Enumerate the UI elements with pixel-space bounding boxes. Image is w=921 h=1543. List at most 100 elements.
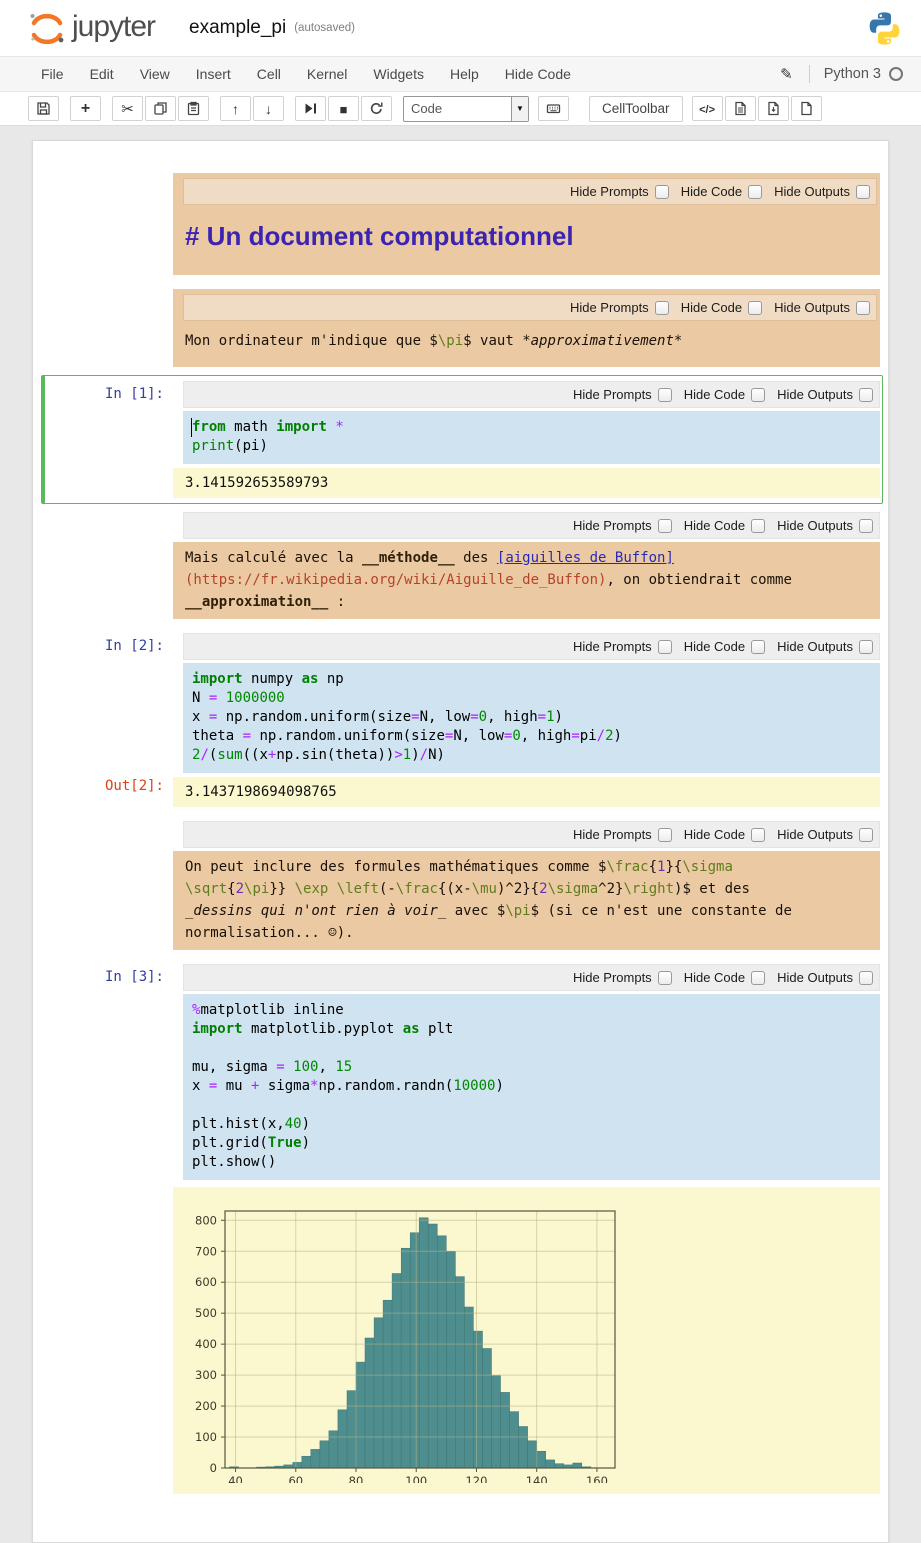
token-mdnum: 2 — [236, 881, 244, 897]
hide-outputs-checkbox[interactable] — [859, 519, 873, 533]
cell-type-select[interactable]: Code ▼ — [403, 96, 529, 122]
token-mdnum: 2 — [539, 881, 547, 897]
menu-item-hide-code[interactable]: Hide Code — [492, 58, 584, 90]
token-plain: , high — [487, 709, 538, 725]
menu-item-view[interactable]: View — [127, 58, 183, 90]
code-input-area[interactable]: import numpy as npN = 1000000x = np.rand… — [183, 663, 880, 773]
token-plain: plt.show() — [192, 1154, 276, 1170]
save-icon — [36, 101, 51, 116]
token-plain: math — [226, 419, 277, 435]
cell-type-value: Code — [404, 101, 511, 116]
hide-prompts-checkbox[interactable] — [655, 185, 669, 199]
code-line: x = np.random.uniform(size=N, low=0, hig… — [192, 708, 872, 727]
save-button[interactable] — [28, 96, 59, 121]
token-plain: avec $ — [446, 903, 505, 919]
menu-item-edit[interactable]: Edit — [77, 58, 127, 90]
token-plain: ) — [302, 1135, 310, 1151]
hide-code-label: Hide Code — [684, 827, 745, 842]
histogram-bar — [555, 1464, 564, 1468]
code-line: 2/(sum((x+np.sin(theta))>1)/N) — [192, 746, 872, 765]
hide-prompts-checkbox[interactable] — [658, 828, 672, 842]
code-view-icon: </> — [699, 100, 715, 116]
menu-item-widgets[interactable]: Widgets — [360, 58, 437, 90]
restart-button[interactable] — [361, 96, 392, 121]
hide-outputs-checkbox[interactable] — [859, 828, 873, 842]
hide-outputs-checkbox[interactable] — [859, 388, 873, 402]
hide-prompts-checkbox[interactable] — [655, 301, 669, 315]
hide-prompts-checkbox[interactable] — [658, 519, 672, 533]
markdown-cell[interactable]: Hide PromptsHide CodeHide OutputsMon ord… — [41, 283, 883, 373]
code-cell[interactable]: In [1]:Hide PromptsHide CodeHide Outputs… — [41, 375, 883, 504]
hide-outputs-checkbox[interactable] — [856, 185, 870, 199]
code-line: plt.grid(True) — [192, 1134, 872, 1153]
app-header: jupyter example_pi (autosaved) — [0, 0, 921, 57]
hide-code-checkbox[interactable] — [751, 640, 765, 654]
markdown-source[interactable]: Mais calculé avec la __méthode__ des [ai… — [173, 542, 880, 619]
token-plain: np.random.uniform(size — [217, 709, 411, 725]
cut-button[interactable]: ✂ — [112, 96, 143, 121]
markdown-cell[interactable]: Hide PromptsHide CodeHide OutputsMais ca… — [41, 506, 883, 625]
hide-code-checkbox[interactable] — [751, 971, 765, 985]
histogram-bar — [483, 1349, 492, 1469]
stop-button[interactable]: ■ — [328, 96, 359, 121]
token-plain: ) — [302, 1116, 310, 1132]
doc-view-button[interactable] — [725, 96, 756, 121]
code-cell[interactable]: In [3]:Hide PromptsHide CodeHide Outputs… — [41, 958, 883, 1500]
menu-item-insert[interactable]: Insert — [183, 58, 244, 90]
hide-outputs-checkbox[interactable] — [859, 971, 873, 985]
hide-code-checkbox[interactable] — [751, 519, 765, 533]
hide-prompts-checkbox[interactable] — [658, 388, 672, 402]
keyboard-icon — [546, 101, 561, 116]
token-plain: mu, sigma — [192, 1059, 276, 1075]
markdown-cell[interactable]: Hide PromptsHide CodeHide OutputsOn peut… — [41, 815, 883, 956]
jupyter-logo[interactable]: jupyter — [28, 8, 155, 48]
move-down-button[interactable]: ↓ — [253, 96, 284, 121]
notebook-title[interactable]: example_pi — [189, 17, 286, 39]
move-up-button[interactable]: ↑ — [220, 96, 251, 121]
markdown-cell[interactable]: Hide PromptsHide CodeHide Outputs # Un do… — [41, 167, 883, 281]
hide-outputs-checkbox[interactable] — [856, 301, 870, 315]
histogram-bar — [501, 1392, 510, 1468]
pdf-view-button[interactable] — [758, 96, 789, 121]
hide-code-checkbox[interactable] — [748, 301, 762, 315]
hide-code-checkbox[interactable] — [751, 828, 765, 842]
code-cell[interactable]: In [2]:Out[2]:Hide PromptsHide CodeHide … — [41, 627, 883, 813]
code-input-area[interactable]: %matplotlib inlineimport matplotlib.pypl… — [183, 994, 880, 1180]
token-plain: On peut inclure des formules mathématiqu… — [185, 859, 606, 875]
histogram-bar — [510, 1412, 519, 1468]
hide-prompts-checkbox[interactable] — [658, 971, 672, 985]
hide-code-checkbox[interactable] — [748, 185, 762, 199]
histogram-bar — [573, 1463, 582, 1468]
cell-toolbar: Hide PromptsHide CodeHide Outputs — [183, 178, 877, 205]
markdown-source[interactable]: On peut inclure des formules mathématiqu… — [173, 851, 880, 950]
hide-code-checkbox[interactable] — [751, 388, 765, 402]
token-plain: plt — [420, 1021, 454, 1037]
keyboard-button[interactable] — [538, 96, 569, 121]
blank-view-button[interactable] — [791, 96, 822, 121]
code-line: N = 1000000 — [192, 689, 872, 708]
code-line: %matplotlib inline — [192, 1001, 872, 1020]
menu-item-kernel[interactable]: Kernel — [294, 58, 360, 90]
code-view-button[interactable]: </> — [692, 96, 723, 121]
histogram-bar — [428, 1224, 437, 1468]
copy-button[interactable] — [145, 96, 176, 121]
x-tick-label: 160 — [586, 1474, 608, 1483]
token-plain: x — [192, 1078, 209, 1094]
token-plain: numpy — [243, 671, 302, 687]
markdown-source[interactable]: # Un document computationnel — [173, 209, 877, 266]
hide-prompts-checkbox[interactable] — [658, 640, 672, 654]
menu-item-cell[interactable]: Cell — [244, 58, 294, 90]
menu-item-file[interactable]: File — [28, 58, 77, 90]
paste-button[interactable] — [178, 96, 209, 121]
add-cell-button[interactable]: + — [70, 96, 101, 121]
hide-outputs-checkbox[interactable] — [859, 640, 873, 654]
code-line: print(pi) — [192, 437, 872, 456]
markdown-source[interactable]: Mon ordinateur m'indique que $\pi$ vaut … — [173, 325, 877, 358]
code-input-area[interactable]: from math import *print(pi) — [183, 411, 880, 464]
token-num: 40 — [285, 1116, 302, 1132]
jupyter-wordmark: jupyter — [72, 10, 155, 44]
celltoolbar-button[interactable]: CellToolbar — [589, 96, 683, 122]
run-button[interactable] — [295, 96, 326, 121]
menu-item-help[interactable]: Help — [437, 58, 492, 90]
markdown-line: \sqrt{2\pi}} \exp \left(-\frac{(x-\mu)^2… — [185, 878, 870, 900]
